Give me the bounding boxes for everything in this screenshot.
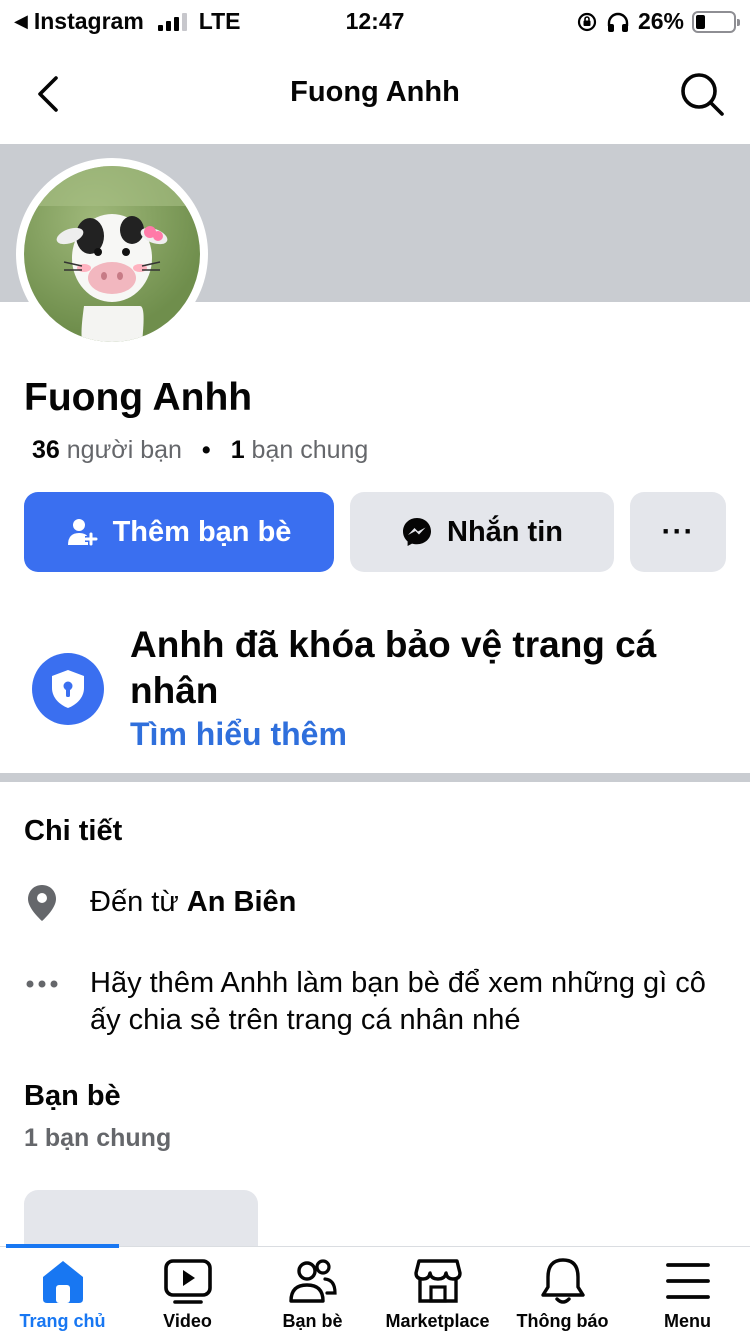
profile-name: Fuong Anhh bbox=[24, 376, 253, 419]
separator-dot: • bbox=[201, 436, 211, 464]
nav-marketplace-label: Marketplace bbox=[385, 1311, 490, 1331]
avatar-frame bbox=[16, 158, 208, 350]
message-button[interactable]: Nhắn tin bbox=[350, 492, 614, 572]
battery-percent: 26% bbox=[637, 8, 684, 34]
add-friend-hint-text: Hãy thêm Anhh làm bạn bè để xem những gì… bbox=[90, 967, 706, 1036]
video-icon bbox=[163, 1259, 212, 1304]
messenger-icon bbox=[403, 518, 431, 546]
nav-friends[interactable]: Bạn bè bbox=[250, 1255, 375, 1332]
shield-lock-icon bbox=[52, 670, 84, 708]
nav-home-label: Trang chủ bbox=[19, 1311, 106, 1331]
learn-more-link[interactable]: Tìm hiểu thêm bbox=[130, 716, 347, 753]
detail-hometown: Đến từ An Biên bbox=[24, 884, 296, 921]
profile-header: Fuong Anhh bbox=[0, 50, 750, 138]
header-title: Fuong Anhh bbox=[290, 76, 460, 108]
mutual-count-number: 1 bbox=[230, 436, 245, 464]
location-pin-icon bbox=[24, 884, 60, 921]
home-icon bbox=[42, 1261, 83, 1303]
locked-profile-title: Anhh đã khóa bảo vệ trang cá nhân bbox=[130, 624, 657, 711]
status-bar: ◀ Instagram LTE 12:47 26% bbox=[0, 0, 750, 44]
detail-add-friend-hint: Hãy thêm Anhh làm bạn bè để xem những gì… bbox=[24, 965, 714, 1039]
more-icon: ··· bbox=[661, 515, 695, 548]
mutual-count-label: bạn chung bbox=[251, 436, 369, 464]
more-options-button[interactable]: ··· bbox=[630, 492, 726, 572]
rotation-lock-icon bbox=[577, 12, 597, 31]
battery-icon bbox=[692, 10, 740, 33]
nav-notifications-label: Thông báo bbox=[516, 1311, 609, 1331]
friend-stats: 36 người bạn • 1 bạn chung bbox=[32, 436, 368, 465]
section-divider bbox=[0, 773, 750, 782]
avatar-cow-image bbox=[24, 166, 200, 342]
friends-heading: Bạn bè bbox=[24, 1080, 121, 1112]
mutual-friends-subtitle: 1 bạn chung bbox=[24, 1124, 172, 1152]
ellipsis-icon bbox=[24, 965, 60, 1002]
menu-icon bbox=[665, 1263, 710, 1299]
hometown-prefix: Đến từ bbox=[90, 886, 179, 918]
hometown-place[interactable]: An Biên bbox=[187, 886, 297, 918]
nav-menu[interactable]: Menu bbox=[625, 1255, 750, 1332]
friend-count-number: 36 bbox=[32, 436, 60, 464]
friends-icon bbox=[288, 1259, 337, 1303]
add-friend-button[interactable]: Thêm bạn bè bbox=[24, 492, 334, 572]
add-friend-icon bbox=[67, 519, 98, 546]
active-tab-indicator bbox=[6, 1244, 119, 1248]
status-right: 26% bbox=[576, 8, 740, 35]
nav-marketplace[interactable]: Marketplace bbox=[375, 1255, 500, 1332]
nav-video[interactable]: Video bbox=[125, 1255, 250, 1332]
profile-lock-badge bbox=[32, 653, 104, 725]
battery-fill bbox=[696, 14, 705, 29]
bell-icon bbox=[540, 1258, 585, 1304]
nav-menu-label: Menu bbox=[664, 1311, 711, 1331]
nav-notifications[interactable]: Thông báo bbox=[500, 1255, 625, 1332]
avatar[interactable] bbox=[24, 166, 200, 342]
headphones-icon bbox=[607, 12, 629, 32]
nav-home[interactable]: Trang chủ bbox=[0, 1255, 125, 1332]
nav-friends-label: Bạn bè bbox=[282, 1311, 343, 1331]
details-heading: Chi tiết bbox=[24, 815, 123, 847]
search-icon[interactable] bbox=[678, 70, 726, 118]
hometown-text: Đến từ An Biên bbox=[90, 884, 296, 921]
nav-video-label: Video bbox=[163, 1311, 212, 1331]
bottom-nav: Trang chủ Video Bạn bè Marketplace Thông… bbox=[0, 1244, 750, 1334]
add-friend-label: Thêm bạn bè bbox=[112, 515, 292, 548]
message-label: Nhắn tin bbox=[447, 515, 563, 548]
mutual-friends[interactable]: 1 bạn chung bbox=[231, 436, 369, 465]
friend-count[interactable]: 36 người bạn bbox=[32, 436, 182, 465]
marketplace-icon bbox=[413, 1259, 462, 1303]
friend-count-label: người bạn bbox=[66, 436, 182, 464]
